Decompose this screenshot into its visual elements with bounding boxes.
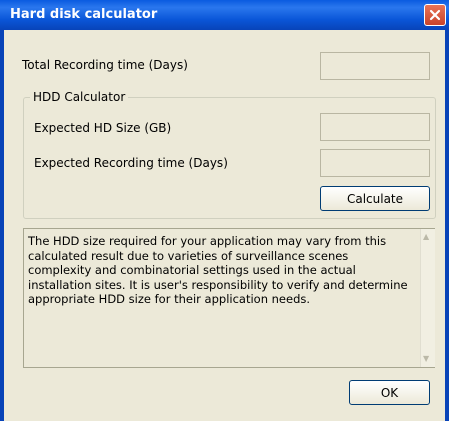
scroll-up-arrow-icon[interactable]: ▲: [423, 232, 429, 242]
notice-text: The HDD size required for your applicati…: [28, 234, 408, 306]
scroll-down-arrow-icon[interactable]: ▼: [423, 354, 429, 364]
hard-disk-calculator-dialog: Hard disk calculator Total Recording tim…: [0, 0, 449, 421]
total-recording-time-field: [320, 52, 430, 80]
window-border-left: [0, 30, 4, 421]
expected-recording-time-field[interactable]: [320, 149, 430, 177]
hdd-calculator-group-title: HDD Calculator: [30, 90, 129, 104]
window-title: Hard disk calculator: [10, 7, 158, 22]
notice-textbox[interactable]: The HDD size required for your applicati…: [23, 228, 435, 368]
notice-scrollbar[interactable]: ▲ ▼: [420, 229, 435, 367]
ok-button[interactable]: OK: [349, 380, 430, 405]
close-button[interactable]: [424, 4, 446, 26]
title-bar[interactable]: Hard disk calculator: [0, 0, 449, 30]
window-border-right: [445, 30, 449, 421]
total-recording-time-label: Total Recording time (Days): [22, 58, 188, 72]
calculate-button[interactable]: Calculate: [320, 186, 430, 211]
expected-recording-time-label: Expected Recording time (Days): [34, 156, 228, 170]
expected-hd-size-label: Expected HD Size (GB): [34, 121, 172, 135]
expected-hd-size-field[interactable]: [320, 113, 430, 141]
close-icon: [429, 9, 441, 21]
